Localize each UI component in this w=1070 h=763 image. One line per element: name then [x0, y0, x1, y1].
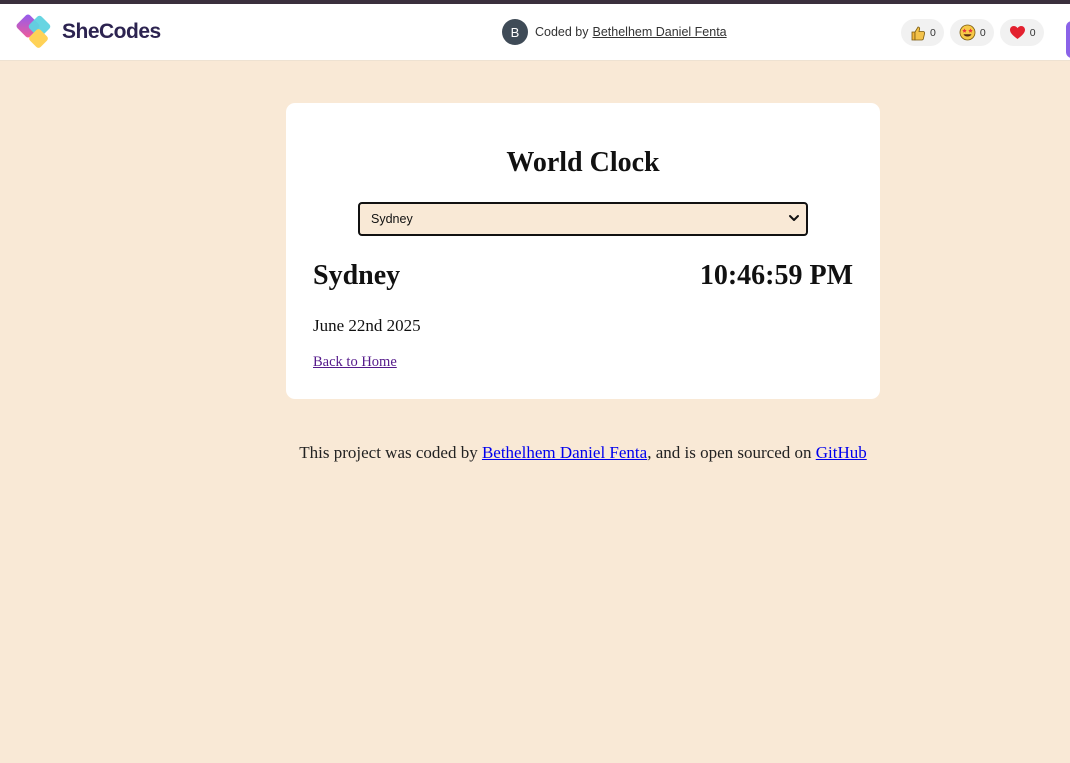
- city-date: June 22nd 2025: [313, 316, 421, 335]
- coded-by: B Coded by Bethelhem Daniel Fenta: [502, 19, 727, 45]
- star-struck-icon: [959, 24, 976, 41]
- side-panel-tab[interactable]: [1066, 21, 1070, 58]
- city-time: 10:46:59 PM: [699, 260, 853, 291]
- reaction-star-struck-button[interactable]: 0: [949, 19, 994, 46]
- shecodes-logo-icon: [16, 12, 60, 52]
- thumbs-up-icon: [910, 25, 926, 41]
- star-struck-count: 0: [979, 26, 986, 39]
- city-row: Sydney 10:46:59 PM: [313, 260, 853, 292]
- heart-count: 0: [1029, 26, 1036, 39]
- footer-text-before: This project was coded by: [299, 443, 482, 462]
- back-to-home-link[interactable]: Back to Home: [313, 354, 397, 371]
- shecodes-logo[interactable]: SheCodes: [16, 14, 161, 50]
- header-author-link[interactable]: Bethelhem Daniel Fenta: [593, 25, 727, 39]
- avatar[interactable]: B: [502, 19, 528, 45]
- thumbs-up-count: 0: [930, 26, 936, 39]
- reaction-heart-button[interactable]: 0: [999, 19, 1044, 46]
- coded-by-label: Coded by: [535, 25, 589, 39]
- city-select-value: Sydney: [371, 212, 413, 226]
- page-title: World Clock: [506, 147, 660, 178]
- shecodes-header: SheCodes B Coded by Bethelhem Daniel Fen…: [0, 4, 1070, 61]
- footer-text-middle: , and is open sourced on: [647, 443, 816, 462]
- github-link[interactable]: GitHub: [816, 443, 867, 462]
- world-clock-card: World Clock Sydney Sydney 10:46:59 PM Ju…: [286, 103, 880, 399]
- heart-icon: [1009, 25, 1026, 40]
- brand-name: SheCodes: [62, 20, 161, 43]
- footer-author-link[interactable]: Bethelhem Daniel Fenta: [482, 443, 647, 462]
- reaction-buttons: 0 0 0: [901, 19, 1044, 46]
- city-name: Sydney: [313, 260, 401, 291]
- footer: This project was coded by Bethelhem Dani…: [0, 443, 1070, 463]
- city-select[interactable]: Sydney: [358, 202, 808, 236]
- chevron-down-icon: [788, 212, 800, 227]
- reaction-thumbs-up-button[interactable]: 0: [901, 19, 944, 46]
